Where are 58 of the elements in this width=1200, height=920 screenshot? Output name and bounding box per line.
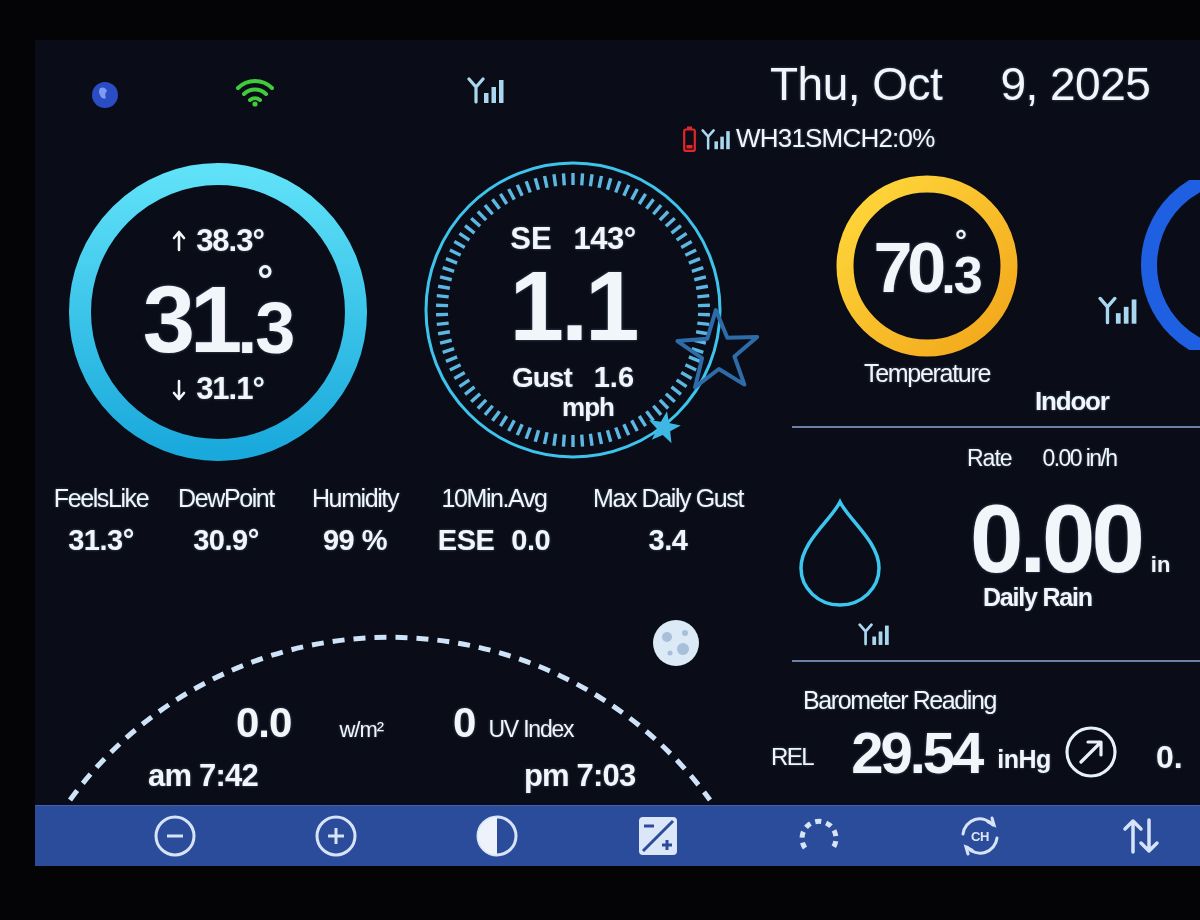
- wind-unit: mph: [562, 394, 614, 421]
- daily-rain-value: 0.00: [970, 493, 1141, 585]
- indoor-title: Indoor: [1035, 387, 1109, 416]
- barometer-change: 0.: [1155, 739, 1183, 775]
- barometer-mode: REL: [771, 744, 814, 771]
- wind-degrees: 143°: [573, 222, 636, 257]
- radiation-unit: w/m²: [339, 718, 384, 743]
- stat-value: 31.3°: [68, 524, 134, 557]
- date-text: 9, 2025: [1000, 60, 1151, 109]
- uv-label: UV Index: [488, 717, 574, 743]
- low-temperature: 31.1°: [196, 372, 264, 407]
- arrow-up-icon: [172, 230, 187, 253]
- stat-label: FeelsLike: [53, 485, 149, 513]
- moon-icon: [652, 619, 700, 668]
- stat-label: DewPoint: [178, 485, 274, 513]
- rain-rate-label: Rate: [967, 446, 1012, 472]
- barometer-title: Barometer Reading: [803, 687, 997, 715]
- indoor-temperature-value: 70: [873, 237, 942, 301]
- temperature-value: 31: [142, 277, 238, 363]
- sensor-status: WH31SMCH2:0%: [736, 124, 935, 153]
- sunrise-time: am 7:42: [148, 758, 258, 793]
- sunset-time: pm 7:03: [523, 758, 636, 793]
- stat-value: 30.9°: [193, 524, 259, 557]
- gust-value: 1.6: [593, 362, 635, 395]
- stat-label: Max Daily Gust: [593, 485, 743, 513]
- stat-value: 0.0: [511, 524, 551, 557]
- barometer-value: 29.54: [851, 720, 982, 785]
- signal-icon: [467, 76, 505, 104]
- stat-label: 10Min.Avg: [441, 485, 547, 513]
- degree-sign: °: [954, 230, 967, 251]
- stat-direction: ESE: [437, 524, 495, 557]
- stat-value: 3.4: [648, 524, 688, 557]
- wifi-icon: [235, 77, 275, 107]
- signal-icon: [858, 621, 890, 648]
- star-outline-icon: [675, 308, 760, 390]
- stat-value: 99 %: [322, 524, 388, 557]
- signal-icon: [701, 127, 731, 150]
- indoor-temperature-decimal: .3: [941, 251, 981, 301]
- channel-button[interactable]: CH: [956, 812, 1004, 860]
- wind-speed: 1.1: [509, 262, 637, 351]
- date-text: Thu, Oct: [770, 60, 943, 109]
- temperature-label: Temperature: [863, 360, 990, 388]
- temperature-decimal: .3: [237, 294, 294, 363]
- daily-rain-label: Daily Rain: [983, 584, 1092, 612]
- high-temperature: 38.3°: [196, 224, 264, 259]
- solar-radiation: 0.0: [236, 700, 292, 747]
- stat-label: Humidity: [311, 485, 398, 513]
- signal-icon: [1098, 295, 1138, 325]
- rain-rate: 0.00 in/h: [1042, 446, 1117, 472]
- uv-index: 0: [453, 700, 477, 747]
- rain-unit: in: [1150, 553, 1171, 578]
- degree-sign: °: [257, 266, 274, 295]
- wind-direction: SE: [510, 222, 552, 257]
- barometer-unit: inHg: [997, 745, 1051, 774]
- globe-icon: [91, 81, 119, 109]
- arrow-down-icon: [172, 378, 187, 401]
- gust-label: Gust: [511, 362, 572, 394]
- star-icon: [649, 411, 681, 444]
